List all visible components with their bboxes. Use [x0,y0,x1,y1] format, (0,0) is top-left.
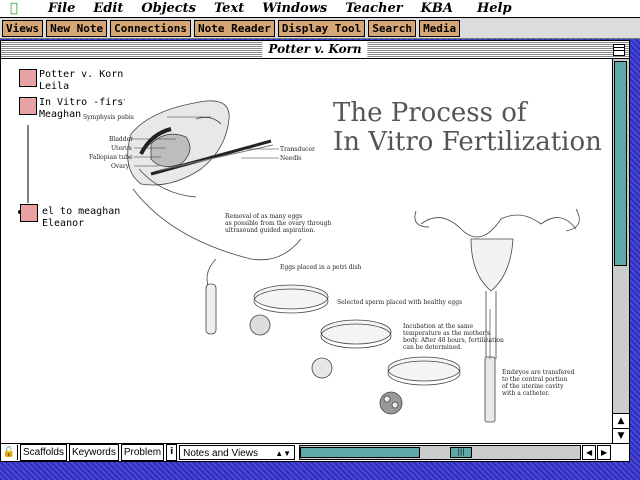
label-step5-line: with a catheter. [502,390,550,397]
label-ovary: Ovary [111,163,130,170]
scroll-up-arrow-icon[interactable]: ▲ [613,413,629,428]
label-step5-line: Embryos are transfered [502,369,575,376]
label-step3: Selected sperm placed with healthy eggs [337,299,463,306]
new-note-button[interactable]: New Note [46,19,108,37]
horizontal-scrollbar[interactable]: ||| [299,445,582,460]
label-step4: Incubation at the same temperature as th… [403,323,504,351]
diagram-title-line1: The Process of [333,98,527,128]
diagram-title-line2: In Vitro Fertilization [333,127,602,157]
apple-menu-icon[interactable]:  [10,1,30,16]
label-step4-line: Incubation at the same [403,323,474,330]
scaffolds-button[interactable]: Scaffolds [20,444,67,461]
view-select-value: Notes and Views [183,448,258,459]
scroll-right-arrow-icon[interactable]: ▶ [597,445,612,460]
label-symphysis: Symphysis pubis [83,114,134,121]
note-canvas[interactable]: Potter v. Korn Leila In Vitro -first ske… [1,59,612,443]
window-title: Potter v. Korn [262,41,368,58]
menu-kba[interactable]: KBA [421,1,453,16]
media-button[interactable]: Media [419,19,461,37]
menu-help[interactable]: Help [477,1,512,16]
scroll-down-arrow-icon[interactable]: ▼ [613,428,629,443]
label-transducer: Transducer [280,146,315,153]
zoom-box-icon[interactable] [613,44,625,56]
window-title-bar[interactable]: Potter v. Korn [1,41,629,59]
horizontal-scroll-thumb[interactable] [300,447,421,458]
vertical-scrollbar[interactable]: ▲ ▼ [612,59,629,443]
label-bladder: Bladder [109,136,134,143]
dropdown-arrows-icon: ▲▼ [275,449,292,458]
problem-button[interactable]: Problem [120,444,165,461]
info-button[interactable]: i [166,444,178,461]
label-step1-line: as possible from the ovary through [225,220,332,227]
label-step2: Eggs placed in a petri dish [280,264,362,271]
lock-icon[interactable]: 🔓 [1,445,18,460]
label-step5-line: of the uterine cavity [502,383,564,390]
menu-teacher[interactable]: Teacher [345,1,402,16]
menu-windows[interactable]: Windows [262,1,327,16]
label-step5: Embryos are transfered to the central po… [502,369,575,397]
search-button[interactable]: Search [368,19,417,37]
label-step5-line: to the central portion [502,376,568,383]
menu-edit[interactable]: Edit [93,1,123,16]
label-step4-line: temperature as the mother's [403,330,491,337]
vertical-scroll-thumb[interactable] [614,61,627,266]
menu-file[interactable]: File [48,1,75,16]
menu-bar:  File Edit Objects Text Windows Teacher… [0,0,640,18]
label-uterus: Uterus [111,145,132,152]
scroll-grip-icon[interactable]: ||| [450,447,473,458]
menu-text[interactable]: Text [214,1,244,16]
document-window: Potter v. Korn Potter v. Korn Leila In V… [0,40,630,462]
label-step4-line: body. After 48 hours, fertilization [403,337,504,344]
label-needle: Needle [280,155,302,162]
connections-button[interactable]: Connections [110,19,191,37]
menu-objects[interactable]: Objects [141,1,196,16]
label-step4-line: can be determined. [403,344,463,351]
label-step1: Removal of as many eggs as possible from… [225,213,331,234]
window-bottom-bar: 🔓 Scaffolds Keywords Problem i Notes and… [1,443,629,461]
label-step1-line: Removal of as many eggs [225,213,303,220]
keywords-button[interactable]: Keywords [68,444,119,461]
label-step1-line: ultrasound guided aspiration. [225,227,316,234]
label-fallopian: Fallopian tube [89,154,133,161]
toolbar: Views New Note Connections Note Reader D… [0,18,640,39]
view-select[interactable]: Notes and Views ▲▼ [179,445,296,460]
note-reader-button[interactable]: Note Reader [193,19,275,37]
display-tool-button[interactable]: Display Tool [277,19,366,37]
views-button[interactable]: Views [2,19,44,37]
scroll-left-arrow-icon[interactable]: ◀ [582,445,597,460]
